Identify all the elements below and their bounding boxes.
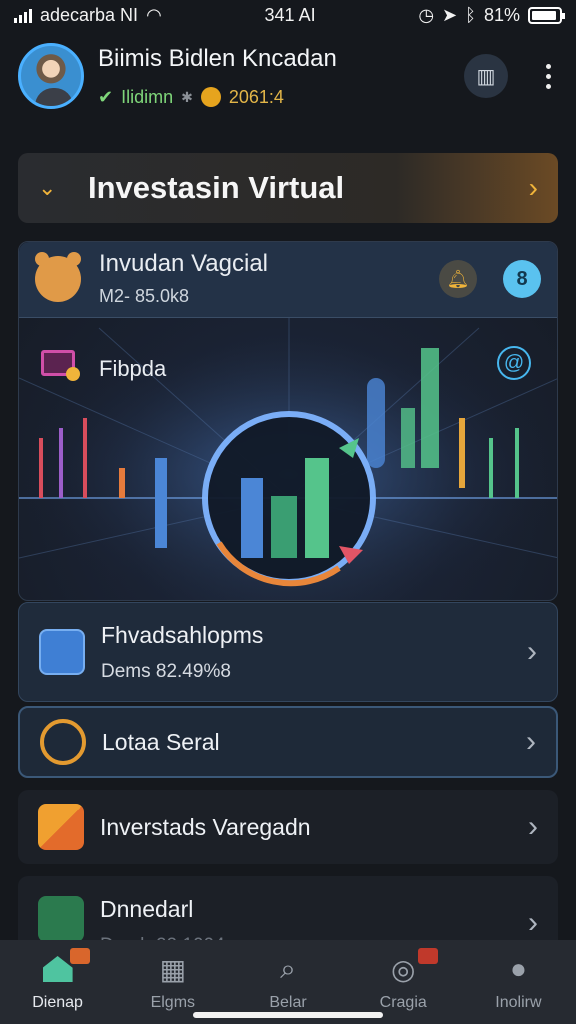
chevron-down-icon[interactable]: ⌄ (38, 175, 68, 201)
profile-points: 2061:4 (228, 86, 284, 107)
list-item[interactable]: Inverstads Varegadn › (18, 790, 558, 864)
mail-icon[interactable] (41, 350, 80, 381)
wallet-icon (39, 629, 85, 675)
rocket-icon (38, 804, 84, 850)
leaf-icon (38, 896, 84, 942)
hero-top-row[interactable]: Invudan Vagcial M2- 85.0k8 🔔︎ 8 (19, 242, 557, 318)
nav-label: Belar (269, 994, 307, 1011)
status-check-icon: ✔ (98, 86, 114, 107)
home-indicator[interactable] (193, 1012, 383, 1018)
banner-title: Investasin Virtual (88, 170, 345, 205)
search-icon: ⌕ (280, 952, 296, 984)
bluetooth-small-icon: ✱ (181, 88, 193, 105)
alarm-icon: ◷ (418, 4, 435, 25)
list-item-sub: Dems 82.49%8 (101, 660, 231, 682)
status-left: adecarba NI ◠ (14, 5, 162, 26)
chevron-right-icon: › (526, 725, 536, 758)
nav-label: Elgms (150, 994, 196, 1011)
nav-label: Inolirw (495, 994, 542, 1011)
chevron-right-icon: › (528, 810, 538, 843)
chevron-right-icon: › (528, 906, 538, 939)
bluetooth-icon: ᛒ (465, 4, 476, 25)
list-item-texts: Fhvadsahlopms Dems 82.49%8 (101, 622, 527, 683)
hero-label: Fibpda (99, 356, 167, 381)
more-vert-icon[interactable] (538, 63, 558, 89)
list-item[interactable]: Lotaa Seral › (18, 706, 558, 778)
nav-badge (70, 948, 90, 964)
location-icon: ➤ (442, 4, 458, 25)
grid-icon: ▦ (159, 953, 187, 985)
profile-text: Biimis Bidlen Kncadan ✔ Ilidimn ✱ 2061:4 (98, 45, 464, 108)
battery-icon (527, 6, 565, 24)
list-item[interactable]: Fhvadsahlopms Dems 82.49%8 › (18, 602, 558, 702)
wifi-icon: ◠ (146, 4, 162, 25)
coin-icon (200, 87, 221, 107)
status-time: 341 AI (264, 4, 316, 25)
profile-status: Ilidimn (121, 86, 174, 107)
trash-icon[interactable]: ▥ (464, 54, 508, 98)
section-banner[interactable]: ⌄ Investasin Virtual › (18, 153, 558, 223)
nav-item-home[interactable]: Dienap (0, 940, 115, 1024)
carrier-label: adecarba NI (40, 4, 139, 25)
nav-badge (417, 948, 438, 964)
nav-label: Dienap (32, 994, 83, 1011)
list-item-texts: Inverstads Varegadn (100, 814, 528, 841)
avatar[interactable] (18, 43, 84, 109)
profile-name: Biimis Bidlen Kncadan (98, 44, 337, 72)
compass-icon: ◎ (390, 953, 416, 985)
status-right: ◷ ➤ ᛒ 81% (418, 4, 565, 26)
count-badge[interactable]: 8 (503, 260, 541, 298)
profile-meta: ✔ Ilidimn ✱ 2061:4 (98, 87, 464, 108)
list-item-label: Dnnedarl (100, 896, 194, 922)
nav-item-profile[interactable]: ● Inolirw (461, 940, 576, 1024)
bell-icon[interactable]: 🔔︎ (439, 260, 477, 298)
hero-subtitle: M2- 85.0k8 (99, 286, 190, 306)
profile-header: Biimis Bidlen Kncadan ✔ Ilidimn ✱ 2061:4… (18, 40, 558, 112)
list-item-label: Lotaa Seral (102, 728, 220, 755)
chevron-right-icon[interactable]: › (529, 172, 538, 204)
list-item-label: Fhvadsahlopms (101, 621, 264, 648)
bear-icon (35, 252, 81, 302)
status-bar: adecarba NI ◠ 341 AI ◷ ➤ ᛒ 81% (0, 0, 576, 30)
at-icon[interactable]: @ (497, 346, 531, 380)
nav-label: Cragia (379, 994, 427, 1011)
signal-icon (14, 7, 32, 23)
hero-card[interactable]: Invudan Vagcial M2- 85.0k8 🔔︎ 8 Fibpda @ (18, 241, 558, 601)
chevron-right-icon: › (527, 635, 537, 668)
target-icon (40, 719, 86, 765)
battery-percent: 81% (483, 4, 520, 25)
list-item-label: Inverstads Varegadn (100, 813, 311, 840)
person-icon: ● (509, 953, 527, 984)
hero-title: Invudan Vagcial (99, 250, 269, 277)
list-item-texts: Lotaa Seral (102, 729, 526, 756)
